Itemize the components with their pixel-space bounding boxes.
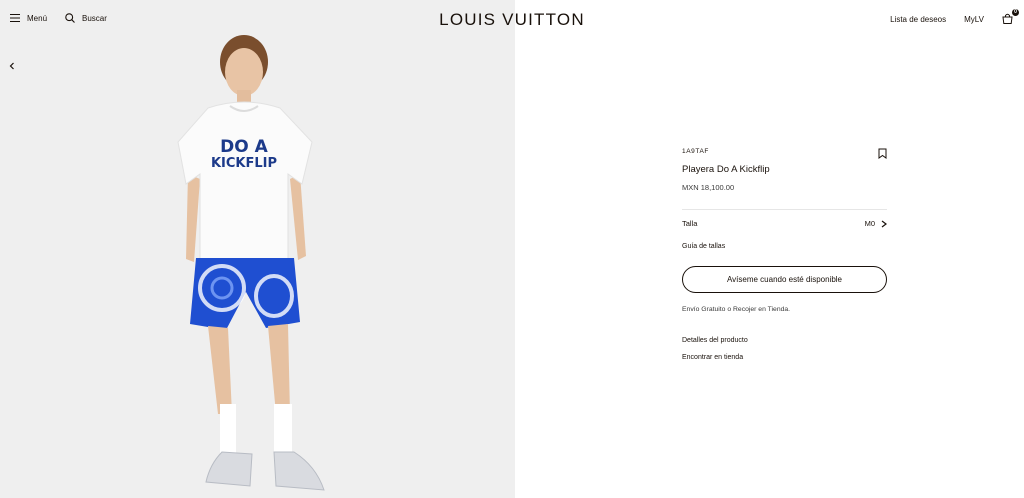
shopping-bag-button[interactable]: 0 bbox=[1002, 9, 1019, 25]
brand-logo[interactable]: LOUIS VUITTON bbox=[439, 10, 585, 29]
product-name: Playera Do A Kickflip bbox=[682, 164, 770, 175]
shirt-print-line2: KICKFLIP bbox=[211, 156, 277, 171]
product-details-pane: 1A9TAF Playera Do A Kickflip MXN 18,100.… bbox=[515, 0, 1024, 498]
chevron-left-icon[interactable] bbox=[6, 60, 18, 72]
menu-button[interactable]: Menú bbox=[10, 14, 47, 23]
product-details-link[interactable]: Detalles del producto bbox=[682, 337, 887, 344]
menu-label: Menú bbox=[27, 13, 48, 23]
product-sku: 1A9TAF bbox=[682, 148, 709, 155]
shirt-print-line1: DO A bbox=[220, 137, 268, 157]
hamburger-icon bbox=[10, 14, 20, 22]
bag-count-badge: 0 bbox=[1012, 9, 1019, 16]
product-photo: DO A KICKFLIP bbox=[177, 35, 325, 491]
size-label: Talla bbox=[682, 219, 698, 228]
search-button[interactable]: Buscar bbox=[65, 13, 107, 23]
shipping-note: Envío Gratuito o Recojer en Tienda. bbox=[682, 306, 791, 313]
wishlist-link[interactable]: Lista de deseos bbox=[890, 15, 946, 24]
product-image-pane: DO A KICKFLIP bbox=[0, 0, 515, 498]
size-value: M0 bbox=[864, 219, 875, 228]
find-in-store-link[interactable]: Encontrar en tienda bbox=[682, 354, 887, 361]
divider bbox=[682, 209, 887, 210]
chevron-right-icon bbox=[881, 220, 887, 227]
header-left: Menú Buscar bbox=[10, 13, 107, 23]
product-price: MXN 18,100.00 bbox=[682, 183, 735, 192]
product-info: 1A9TAF Playera Do A Kickflip MXN 18,100.… bbox=[682, 148, 887, 361]
shopping-bag-icon bbox=[1002, 13, 1013, 24]
search-label: Buscar bbox=[82, 13, 107, 23]
account-link[interactable]: MyLV bbox=[964, 15, 984, 24]
size-selector[interactable]: Talla M0 bbox=[682, 219, 887, 228]
bookmark-icon[interactable] bbox=[878, 148, 887, 159]
notify-me-button[interactable]: Avíseme cuando esté disponible bbox=[682, 266, 887, 293]
size-guide-link[interactable]: Guía de tallas bbox=[682, 243, 887, 250]
search-icon bbox=[65, 13, 75, 23]
header-right: Lista de deseos MyLV 0 bbox=[890, 9, 1019, 25]
